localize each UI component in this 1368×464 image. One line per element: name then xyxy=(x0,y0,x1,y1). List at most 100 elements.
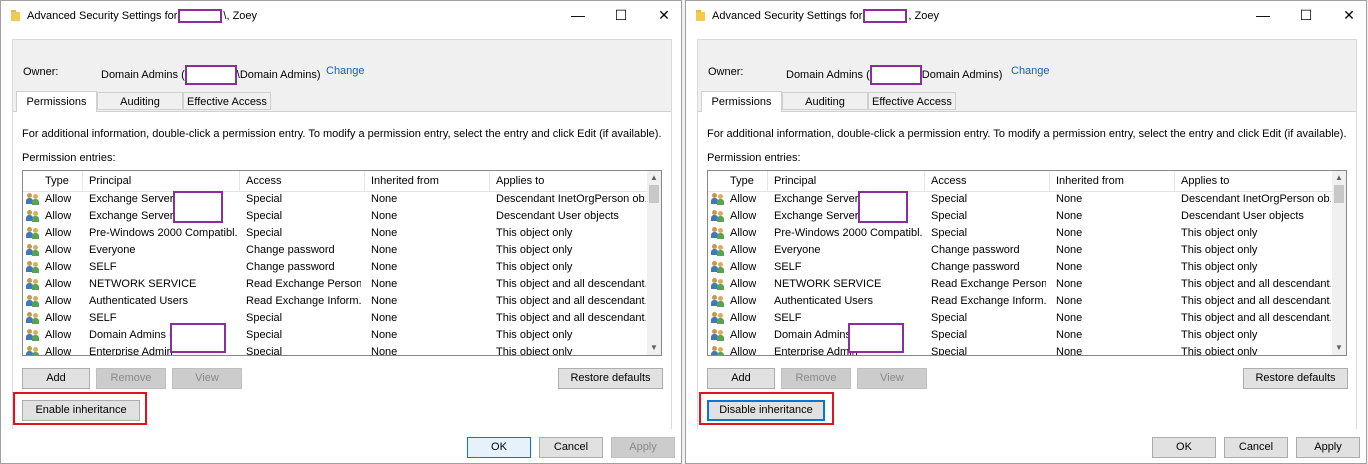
table-row[interactable]: Allow Authenticated Users Read Exchange … xyxy=(708,293,1333,310)
title-bar[interactable]: Advanced Security Settings for, Zoey — ☐… xyxy=(686,1,1366,31)
table-row[interactable]: Allow NETWORK SERVICE Read Exchange Pers… xyxy=(23,276,648,293)
remove-button[interactable]: Remove xyxy=(96,368,166,389)
cell-type: Allow xyxy=(730,278,757,290)
user-group-icon xyxy=(26,244,40,256)
cell-access: Special xyxy=(931,346,968,356)
permission-entries-list[interactable]: Type Principal Access Inherited from App… xyxy=(707,170,1347,356)
cell-access: Special xyxy=(246,312,283,324)
tab-effective-access[interactable]: Effective Access xyxy=(183,92,271,110)
apply-button[interactable]: Apply xyxy=(611,437,675,458)
tab-effective-access[interactable]: Effective Access xyxy=(868,92,956,110)
cell-applies: This object and all descendant... xyxy=(496,295,646,307)
table-row[interactable]: Allow Domain Admins ( Special None This … xyxy=(23,327,648,344)
close-button[interactable]: ✕ xyxy=(1327,5,1368,27)
cell-principal: Pre-Windows 2000 Compatibl... xyxy=(89,227,237,239)
remove-button[interactable]: Remove xyxy=(781,368,851,389)
column-header-inherited[interactable]: Inherited from xyxy=(371,175,439,187)
table-row[interactable]: Allow NETWORK SERVICE Read Exchange Pers… xyxy=(708,276,1333,293)
table-row[interactable]: Allow Pre-Windows 2000 Compatibl... Spec… xyxy=(708,225,1333,242)
restore-defaults-button[interactable]: Restore defaults xyxy=(1243,368,1348,389)
view-button[interactable]: View xyxy=(172,368,242,389)
table-row[interactable]: Allow SELF Special None This object and … xyxy=(708,310,1333,327)
cell-type: Allow xyxy=(45,295,72,307)
column-header-applies[interactable]: Applies to xyxy=(496,175,544,187)
table-row[interactable]: Allow Everyone Change password None This… xyxy=(23,242,648,259)
cell-principal: SELF xyxy=(89,261,117,273)
table-row[interactable]: Allow SELF Special None This object and … xyxy=(23,310,648,327)
user-group-icon xyxy=(711,346,725,355)
cancel-button[interactable]: Cancel xyxy=(1224,437,1288,458)
security-settings-window-right: Advanced Security Settings for, Zoey — ☐… xyxy=(685,0,1367,464)
ok-button[interactable]: OK xyxy=(467,437,531,458)
add-button[interactable]: Add xyxy=(22,368,90,389)
add-button[interactable]: Add xyxy=(707,368,775,389)
change-owner-link[interactable]: Change xyxy=(1011,65,1050,77)
permission-entries-list[interactable]: Type Principal Access Inherited from App… xyxy=(22,170,662,356)
column-header-access[interactable]: Access xyxy=(931,175,966,187)
table-row[interactable]: Allow Authenticated Users Read Exchange … xyxy=(23,293,648,310)
list-scrollbar[interactable]: ▲ ▼ xyxy=(1332,171,1346,355)
tab-auditing[interactable]: Auditing xyxy=(782,92,868,110)
column-header-type[interactable]: Type xyxy=(730,175,754,187)
cell-type: Allow xyxy=(45,193,72,205)
cell-applies: This object only xyxy=(1181,227,1258,239)
column-header-principal[interactable]: Principal xyxy=(774,175,816,187)
tab-permissions[interactable]: Permissions xyxy=(701,91,782,112)
chevron-up-icon[interactable]: ▲ xyxy=(1332,171,1346,185)
table-row[interactable]: Allow Exchange Servers ( Special None De… xyxy=(23,208,648,225)
table-row[interactable]: Allow Exchange Servers ( Special None De… xyxy=(708,208,1333,225)
chevron-down-icon[interactable]: ▼ xyxy=(647,341,661,355)
cell-applies: This object and all descendant... xyxy=(496,278,646,290)
redaction-box xyxy=(184,65,237,85)
cell-access: Special xyxy=(246,193,283,205)
cell-inherited: None xyxy=(371,193,398,205)
ok-button[interactable]: OK xyxy=(1152,437,1216,458)
table-row[interactable]: Allow Exchange Servers ( Special None De… xyxy=(23,191,648,208)
cell-applies: Descendant InetOrgPerson ob... xyxy=(496,193,646,205)
cell-inherited: None xyxy=(1056,295,1083,307)
column-header-applies[interactable]: Applies to xyxy=(1181,175,1229,187)
table-row[interactable]: Allow Everyone Change password None This… xyxy=(708,242,1333,259)
list-scrollbar[interactable]: ▲ ▼ xyxy=(647,171,661,355)
table-row[interactable]: Allow SELF Change password None This obj… xyxy=(708,259,1333,276)
restore-defaults-button[interactable]: Restore defaults xyxy=(558,368,663,389)
table-row[interactable]: Allow Enterprise Admin Special None This… xyxy=(23,344,648,356)
table-row[interactable]: Allow Domain Admins Special None This ob… xyxy=(708,327,1333,344)
user-group-icon xyxy=(26,193,40,205)
table-row[interactable]: Allow Exchange Servers ( Special None De… xyxy=(708,191,1333,208)
tab-auditing[interactable]: Auditing xyxy=(97,92,183,110)
cell-inherited: None xyxy=(371,346,398,356)
redaction-box xyxy=(178,9,223,23)
cancel-button[interactable]: Cancel xyxy=(539,437,603,458)
column-header-inherited[interactable]: Inherited from xyxy=(1056,175,1124,187)
chevron-down-icon[interactable]: ▼ xyxy=(1332,341,1346,355)
table-row[interactable]: Allow Pre-Windows 2000 Compatibl... Spec… xyxy=(23,225,648,242)
scrollbar-thumb[interactable] xyxy=(1334,185,1344,203)
list-header: Type Principal Access Inherited from App… xyxy=(23,171,648,192)
scrollbar-thumb[interactable] xyxy=(649,185,659,203)
folder-icon xyxy=(696,10,705,21)
minimize-button[interactable]: — xyxy=(556,5,600,27)
tab-permissions[interactable]: Permissions xyxy=(16,91,97,112)
table-row[interactable]: Allow SELF Change password None This obj… xyxy=(23,259,648,276)
cell-type: Allow xyxy=(730,227,757,239)
chevron-up-icon[interactable]: ▲ xyxy=(647,171,661,185)
close-button[interactable]: ✕ xyxy=(642,5,686,27)
column-header-access[interactable]: Access xyxy=(246,175,281,187)
cell-access: Special xyxy=(931,329,968,341)
apply-button[interactable]: Apply xyxy=(1296,437,1360,458)
maximize-button[interactable]: ☐ xyxy=(1284,5,1328,27)
column-header-type[interactable]: Type xyxy=(45,175,69,187)
title-bar[interactable]: Advanced Security Settings for \, Zoey — … xyxy=(1,1,681,31)
cell-principal: Everyone xyxy=(89,244,136,256)
cell-inherited: None xyxy=(1056,244,1083,256)
change-owner-link[interactable]: Change xyxy=(326,65,365,77)
table-row[interactable]: Allow Enterprise Admin Special None This… xyxy=(708,344,1333,356)
cell-access: Change password xyxy=(246,244,335,256)
maximize-button[interactable]: ☐ xyxy=(599,5,643,27)
column-header-principal[interactable]: Principal xyxy=(89,175,131,187)
minimize-button[interactable]: — xyxy=(1241,5,1285,27)
view-button[interactable]: View xyxy=(857,368,927,389)
cell-inherited: None xyxy=(371,244,398,256)
cell-applies: Descendant InetOrgPerson ob... xyxy=(1181,193,1331,205)
